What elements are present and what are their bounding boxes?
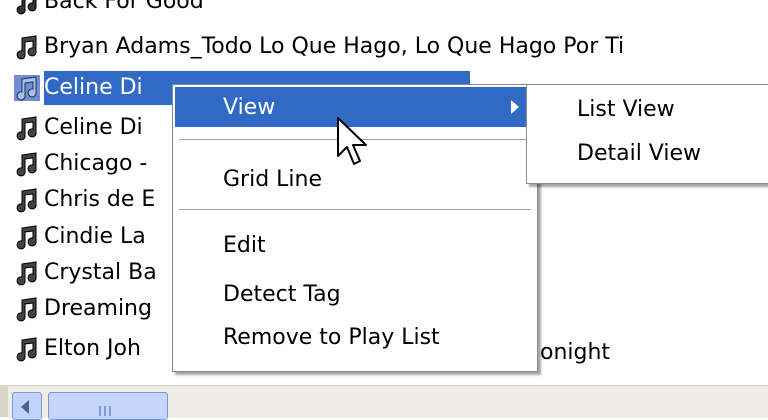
list-item-label: Dreaming [44,296,152,321]
submenu-arrow-icon [511,100,519,114]
menu-item-detect-tag[interactable]: Detect Tag [175,274,535,314]
music-note-icon [14,151,40,177]
list-item-label: Crystal Ba [44,260,157,285]
music-note-icon [14,224,40,250]
list-item-label: Bryan Adams_Todo Lo Que Hago, Lo Que Hag… [44,34,625,59]
scrollbar-thumb[interactable] [48,392,168,420]
music-note-icon [14,296,40,322]
horizontal-scrollbar[interactable] [8,385,768,420]
list-item[interactable]: Celine Di [14,111,143,145]
list-item[interactable]: Chris de E [14,183,155,217]
scrollbar-grip-icon [99,401,119,416]
menu-item-detail-view[interactable]: Detail View [529,133,768,173]
music-note-icon [14,187,40,213]
music-note-icon [14,0,40,15]
list-item-label: Elton Joh [44,336,141,361]
scroll-left-arrow-icon [21,400,29,414]
list-item[interactable]: Crystal Ba [14,256,157,290]
list-item-label: Back For Good [44,0,204,14]
menu-item-edit[interactable]: Edit [175,225,535,265]
arrow-cursor-icon [336,116,372,174]
music-note-icon [14,34,40,60]
list-item-label: Cindie La [44,224,146,249]
list-item[interactable]: Chicago - [14,147,147,181]
menu-separator [179,209,531,211]
list-item-label: Chris de E [44,187,156,212]
music-note-icon [14,260,40,286]
view-submenu: List View Detail View [526,84,768,184]
music-note-icon [14,336,40,362]
list-item-label: Celine Di [44,115,143,140]
list-item[interactable]: Cindie La [14,220,146,254]
music-note-icon [14,75,40,101]
list-item[interactable]: Elton Joh [14,332,141,366]
list-item-label: Chicago - [44,151,148,176]
list-item-trailing-text: onight [540,340,611,365]
list-item[interactable]: Back For Good [14,0,204,19]
music-note-icon [14,115,40,141]
scroll-left-button[interactable] [12,392,42,420]
list-item[interactable]: Dreaming [14,292,152,326]
menu-item-list-view[interactable]: List View [529,89,768,129]
menu-item-remove-to-play-list[interactable]: Remove to Play List [175,317,535,357]
list-item[interactable]: Bryan Adams_Todo Lo Que Hago, Lo Que Hag… [14,30,624,64]
